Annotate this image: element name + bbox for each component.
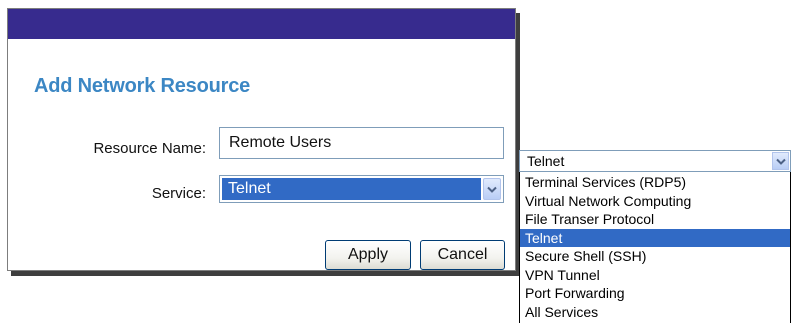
dropdown-option-ssh[interactable]: Secure Shell (SSH): [520, 247, 790, 266]
chevron-down-icon: [776, 158, 786, 165]
service-select[interactable]: Telnet: [219, 175, 504, 203]
service-select-value: Telnet: [222, 178, 481, 200]
add-network-resource-dialog: Add Network Resource Resource Name: Serv…: [7, 8, 516, 271]
dialog-title: Add Network Resource: [34, 75, 251, 97]
dropdown-option-vnc[interactable]: Virtual Network Computing: [520, 192, 790, 211]
dropdown-option-vpn-tunnel[interactable]: VPN Tunnel: [520, 266, 790, 285]
dropdown-select[interactable]: Telnet: [519, 150, 791, 172]
resource-name-input[interactable]: [219, 127, 504, 159]
apply-button[interactable]: Apply: [325, 240, 411, 270]
cancel-button[interactable]: Cancel: [420, 240, 505, 270]
chevron-down-icon: [487, 186, 497, 193]
service-dropdown-expanded: Telnet Terminal Services (RDP5) Virtual …: [519, 150, 791, 323]
dropdown-options-list: Terminal Services (RDP5) Virtual Network…: [519, 172, 791, 323]
resource-name-label: Resource Name:: [93, 140, 206, 157]
dialog-header-bar: [8, 9, 515, 39]
dropdown-option-port-forwarding[interactable]: Port Forwarding: [520, 284, 790, 303]
dropdown-option-all-services[interactable]: All Services: [520, 303, 790, 322]
service-select-button[interactable]: [483, 178, 501, 200]
screenshot-root: Add Network Resource Resource Name: Serv…: [0, 0, 791, 323]
dropdown-arrow-button[interactable]: [772, 152, 789, 170]
dropdown-option-ftp[interactable]: File Transer Protocol: [520, 210, 790, 229]
service-label: Service:: [151, 185, 206, 202]
dropdown-option-rdp5[interactable]: Terminal Services (RDP5): [520, 173, 790, 192]
dropdown-selected-value: Telnet: [527, 153, 565, 169]
dropdown-option-telnet[interactable]: Telnet: [520, 228, 790, 247]
